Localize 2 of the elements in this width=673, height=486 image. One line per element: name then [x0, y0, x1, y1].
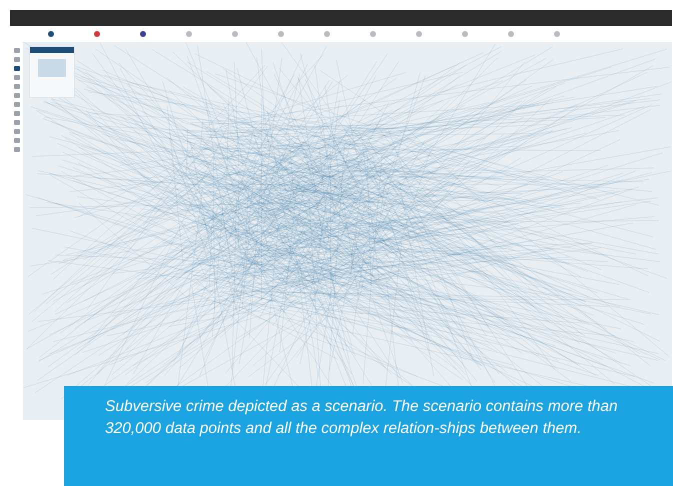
overview-panel — [29, 46, 75, 98]
caption-text: Subversive crime depicted as a scenario. The scenario contains more than 320,000 data points and all the complex relation-ships between them. — [105, 398, 618, 437]
